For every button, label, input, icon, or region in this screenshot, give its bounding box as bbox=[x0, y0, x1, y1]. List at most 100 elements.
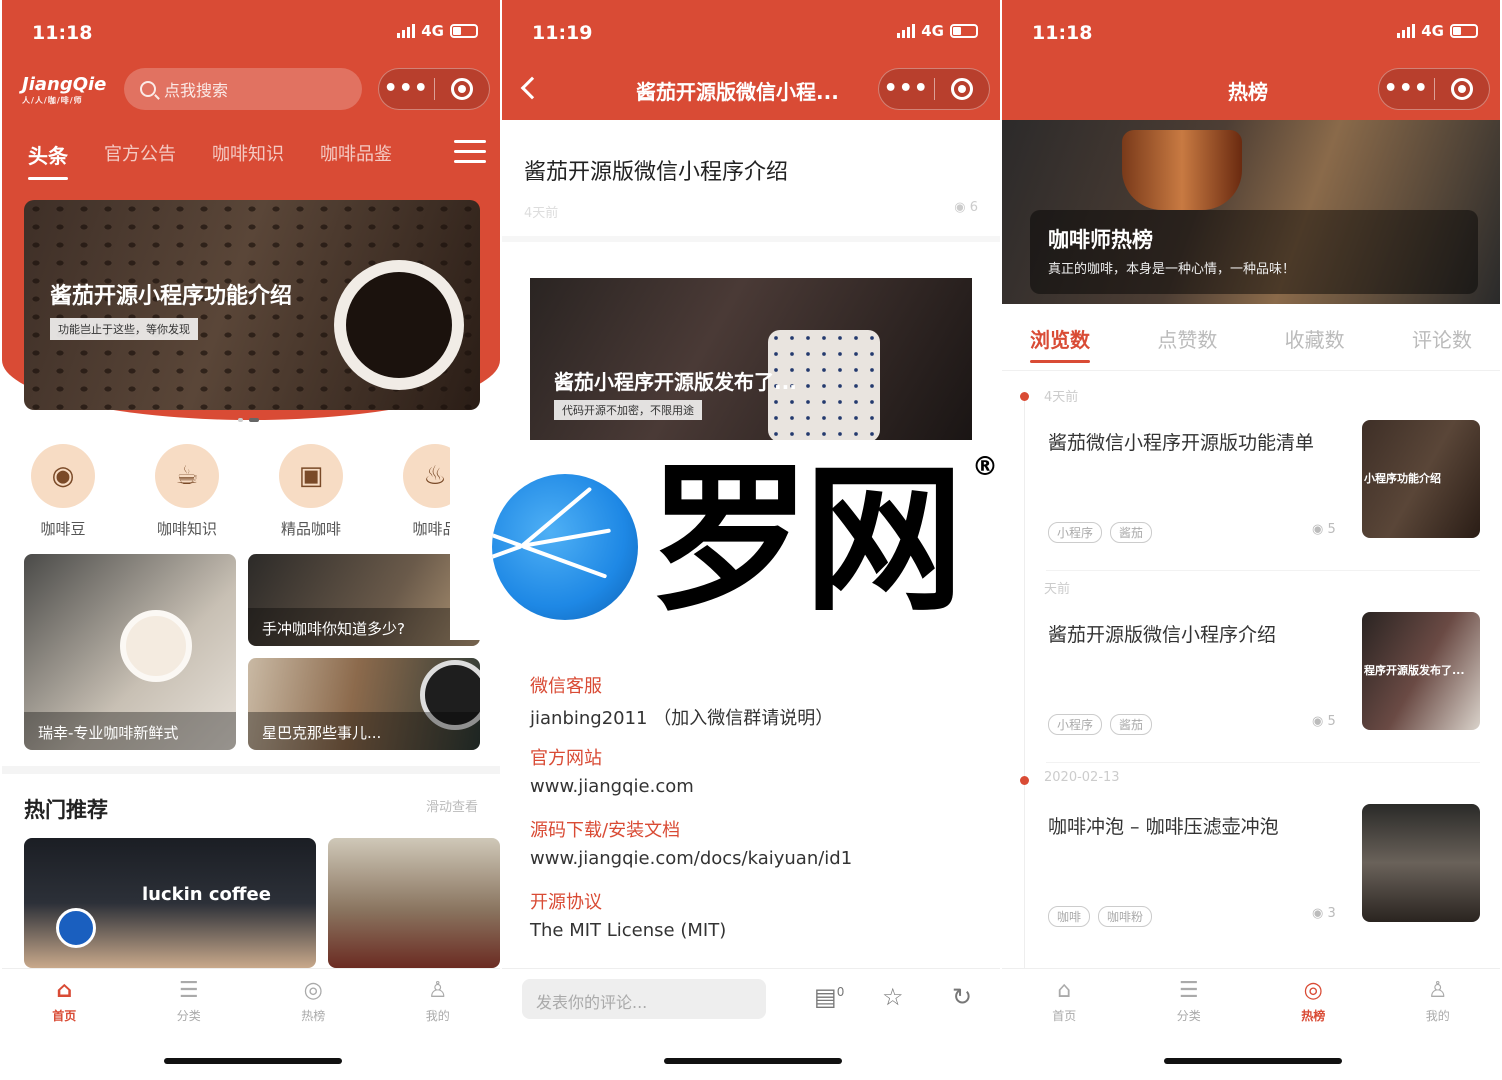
tabbar-category[interactable]: ☰ 分类 bbox=[149, 977, 229, 1024]
tab-likes[interactable]: 点赞数 bbox=[1157, 324, 1217, 353]
search-placeholder: 点我搜索 bbox=[164, 81, 229, 100]
tag[interactable]: 酱茄 bbox=[1110, 714, 1153, 735]
close-capsule-button[interactable] bbox=[434, 78, 489, 100]
network-label: 4G bbox=[921, 22, 944, 40]
hot-hero-banner: 咖啡师热榜 真正的咖啡，本身是一种心情，一种品味！ bbox=[1002, 120, 1500, 304]
tag[interactable]: 酱茄 bbox=[1110, 522, 1153, 543]
category-coffee-knowledge[interactable]: ☕ 咖啡知识 bbox=[154, 444, 220, 539]
tile-caption: 瑞幸-专业咖啡新鲜式 bbox=[24, 712, 236, 750]
registered-mark: ® bbox=[972, 452, 998, 482]
tabbar-hot[interactable]: ◎ 热榜 bbox=[273, 977, 353, 1024]
status-time: 11:18 bbox=[1032, 22, 1093, 44]
tab-announcement[interactable]: 官方公告 bbox=[104, 134, 176, 174]
item-thumbnail bbox=[1362, 804, 1480, 922]
item-thumbnail: 程序开源版发布了... bbox=[1362, 612, 1480, 730]
home-indicator bbox=[1164, 1058, 1342, 1064]
logo-text: JiangQie bbox=[22, 74, 107, 95]
home-tabs: 头条 官方公告 咖啡知识 咖啡品鉴 bbox=[28, 134, 500, 180]
info-key: 源码下载/安装文档 bbox=[530, 820, 681, 841]
tabbar-mine[interactable]: ♙ 我的 bbox=[398, 977, 478, 1024]
mini-program-capsule: ••• bbox=[1378, 68, 1490, 110]
info-value[interactable]: www.jiangqie.com bbox=[530, 776, 694, 797]
battery-icon bbox=[450, 24, 478, 38]
home-icon: ⌂ bbox=[1057, 978, 1072, 1003]
hot-card-luckin[interactable]: luckin coffee bbox=[24, 838, 316, 968]
tabbar-hot[interactable]: ◎ 热榜 bbox=[1273, 977, 1353, 1024]
item-views: ◉ 5 bbox=[1312, 714, 1336, 729]
more-button[interactable]: ••• bbox=[379, 68, 434, 110]
item-tags: 小程序 酱茄 bbox=[1048, 522, 1153, 543]
share-icon[interactable]: ↻ bbox=[952, 983, 972, 1011]
tab-coffee-knowledge[interactable]: 咖啡知识 bbox=[212, 134, 284, 174]
more-button[interactable]: ••• bbox=[879, 68, 934, 110]
eye-icon: ◉ bbox=[1312, 714, 1328, 729]
list-item[interactable]: 天前 酱茄开源版微信小程序介绍 小程序 酱茄 ◉ 5 程序开源版发布了... bbox=[1002, 582, 1500, 776]
more-button[interactable]: ••• bbox=[1379, 68, 1434, 110]
category-label: 咖啡豆 bbox=[40, 520, 86, 538]
menu-icon[interactable] bbox=[454, 140, 486, 164]
close-capsule-button[interactable] bbox=[934, 78, 989, 100]
star-icon[interactable]: ☆ bbox=[882, 983, 904, 1011]
hot-icon: ◎ bbox=[1303, 978, 1323, 1003]
eye-icon: ◉ bbox=[1312, 906, 1328, 921]
feature-tile-starbucks[interactable]: 星巴克那些事儿... bbox=[248, 658, 480, 750]
nav-title: 热榜 bbox=[1228, 80, 1268, 104]
tag[interactable]: 咖啡 bbox=[1048, 906, 1091, 927]
category-coffee-beans[interactable]: ◉ 咖啡豆 bbox=[30, 444, 96, 539]
status-bar: 11:18 4G bbox=[1032, 18, 1478, 50]
nav-title: 酱茄开源版微信小程... bbox=[636, 80, 839, 104]
feature-tile-luckin[interactable]: 瑞幸-专业咖啡新鲜式 bbox=[24, 554, 236, 750]
hot-card-beans[interactable] bbox=[328, 838, 500, 968]
tile-caption: 星巴克那些事儿... bbox=[248, 712, 480, 750]
close-capsule-button[interactable] bbox=[1434, 78, 1489, 100]
list-item[interactable]: 4天前 酱茄微信小程序开源版功能清单 小程序 酱茄 ◉ 5 小程序功能介绍 bbox=[1002, 390, 1500, 584]
tabbar-home[interactable]: ⌂ 首页 bbox=[24, 977, 104, 1024]
tab-favorites[interactable]: 收藏数 bbox=[1285, 324, 1345, 353]
latte-image bbox=[120, 610, 192, 682]
phone-home: 11:18 4G JiangQie 人/人/咖/啡/师 点我搜索 ••• 头条 … bbox=[2, 0, 500, 1080]
info-value: jianbing2011 （加入微信群请说明） bbox=[530, 708, 834, 729]
list-item[interactable]: 2020-02-13 咖啡冲泡 – 咖啡压滤壶冲泡 咖啡 咖啡粉 ◉ 3 bbox=[1002, 770, 1500, 968]
comment-icon[interactable]: ▤0 bbox=[814, 983, 844, 1011]
copper-pot-image bbox=[1122, 130, 1242, 210]
tabbar-mine[interactable]: ♙ 我的 bbox=[1398, 977, 1478, 1024]
tabbar-category[interactable]: ☰ 分类 bbox=[1149, 977, 1229, 1024]
item-tags: 咖啡 咖啡粉 bbox=[1048, 906, 1153, 927]
comment-input[interactable]: 发表你的评论... bbox=[522, 979, 766, 1019]
info-license: 开源协议 The MIT License (MIT) bbox=[530, 888, 726, 941]
hot-icon: ◎ bbox=[303, 978, 323, 1003]
tab-views[interactable]: 浏览数 bbox=[1030, 324, 1090, 363]
user-icon: ♙ bbox=[1427, 978, 1448, 1003]
info-wechat: 微信客服 jianbing2011 （加入微信群请说明） bbox=[530, 672, 833, 730]
home-indicator bbox=[664, 1058, 842, 1064]
target-icon bbox=[450, 78, 473, 100]
tab-coffee-tasting[interactable]: 咖啡品鉴 bbox=[320, 134, 392, 174]
item-tags: 小程序 酱茄 bbox=[1048, 714, 1153, 735]
coffee-cup-image bbox=[334, 260, 464, 390]
item-title: 咖啡冲泡 – 咖啡压滤壶冲泡 bbox=[1048, 816, 1279, 838]
feature-tile-pour-over[interactable]: 手冲咖啡你知道多少? bbox=[248, 554, 480, 646]
watermark-text: 罗网 bbox=[650, 446, 964, 633]
store-sign: luckin coffee bbox=[142, 884, 271, 905]
battery-icon bbox=[1450, 24, 1478, 38]
tab-comments[interactable]: 评论数 bbox=[1412, 324, 1472, 353]
item-thumbnail: 小程序功能介绍 bbox=[1362, 420, 1480, 538]
home-indicator bbox=[164, 1058, 342, 1064]
search-input[interactable]: 点我搜索 bbox=[124, 68, 362, 110]
mini-program-capsule: ••• bbox=[878, 68, 990, 110]
tab-headline[interactable]: 头条 bbox=[28, 134, 68, 180]
tabbar-home[interactable]: ⌂ 首页 bbox=[1024, 977, 1104, 1024]
status-bar: 11:18 4G bbox=[32, 18, 478, 50]
article-date: 4天前 bbox=[524, 206, 559, 221]
banner-indicator bbox=[238, 418, 259, 422]
article-views: ◉ 6 bbox=[954, 200, 978, 215]
tag[interactable]: 小程序 bbox=[1048, 522, 1103, 543]
info-value[interactable]: www.jiangqie.com/docs/kaiyuan/id1 bbox=[530, 848, 852, 869]
tag[interactable]: 小程序 bbox=[1048, 714, 1103, 735]
home-banner[interactable]: 酱茄开源小程序功能介绍 功能岂止于这些，等你发现 bbox=[24, 200, 480, 410]
battery-icon bbox=[950, 24, 978, 38]
tag[interactable]: 咖啡粉 bbox=[1098, 906, 1153, 927]
watermark-overlay: 罗网 ® bbox=[450, 440, 1000, 640]
category-specialty-coffee[interactable]: ▣ 精品咖啡 bbox=[278, 444, 344, 539]
network-label: 4G bbox=[421, 22, 444, 40]
